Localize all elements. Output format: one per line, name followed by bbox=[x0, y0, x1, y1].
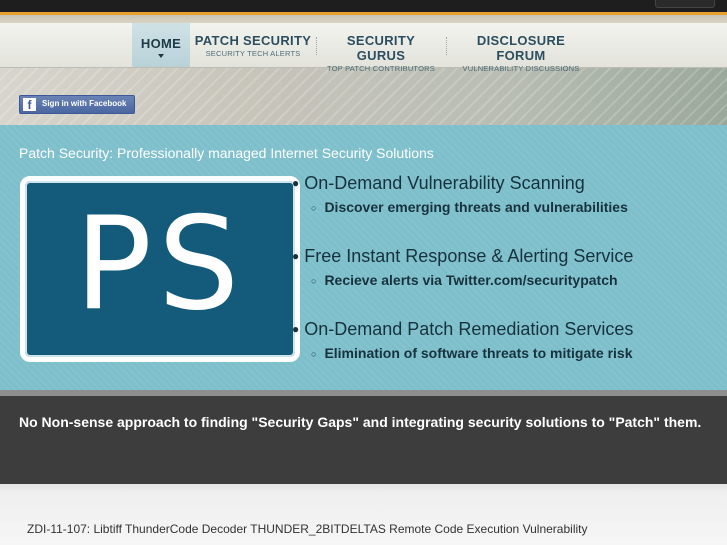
feature-item: ● On-Demand Vulnerability Scanning ○ Disco… bbox=[292, 173, 722, 246]
feature-item: ● On-Demand Patch Remediation Services ○ E… bbox=[292, 319, 722, 392]
nav-item-label: DISCLOSURE FORUM bbox=[476, 33, 566, 63]
nav-divider bbox=[446, 37, 448, 55]
facebook-signin-label: Sign in with Facebook bbox=[42, 99, 127, 108]
nav-patch-security[interactable]: PATCH SECURITY SECURITY TECH ALERTS bbox=[194, 23, 312, 67]
facebook-f-icon: f bbox=[23, 98, 36, 112]
feature-subtitle: ○ Recieve alerts via Twitter.com/security… bbox=[311, 272, 618, 288]
nav-home-label: HOME bbox=[140, 36, 182, 51]
bullet-icon: ● bbox=[292, 322, 300, 336]
top-bar bbox=[0, 0, 727, 15]
feature-title-text: On-Demand Vulnerability Scanning bbox=[304, 173, 585, 193]
feature-title: ● On-Demand Vulnerability Scanning bbox=[292, 173, 585, 194]
bullet-icon: ● bbox=[292, 249, 300, 263]
tagline-band: No Non-sense approach to finding "Securi… bbox=[0, 390, 727, 484]
nav-item-sublabel: SECURITY TECH ALERTS bbox=[205, 49, 301, 58]
ps-logo: PS bbox=[20, 176, 300, 362]
nav-security-gurus[interactable]: SECURITY GURUS TOP PATCH CONTRIBUTORS bbox=[321, 23, 441, 73]
main-nav: HOME PATCH SECURITY SECURITY TECH ALERTS… bbox=[0, 23, 727, 73]
bullet-icon: ● bbox=[292, 176, 300, 190]
nav-disclosure-forum[interactable]: DISCLOSURE FORUM VULNERABILITY DISCUSSIO… bbox=[451, 23, 591, 73]
news-section: ZDI-11-107: Libtiff ThunderCode Decoder … bbox=[0, 484, 727, 545]
logo-text: PS bbox=[74, 190, 246, 339]
circle-bullet-icon: ○ bbox=[311, 276, 317, 286]
header-band bbox=[0, 15, 727, 23]
feature-subtitle: ○ Discover emerging threats and vulnerabi… bbox=[311, 199, 628, 215]
caret-down-icon bbox=[158, 54, 164, 58]
circle-bullet-icon: ○ bbox=[311, 203, 317, 213]
nav-item-sublabel: TOP PATCH CONTRIBUTORS bbox=[327, 64, 435, 73]
news-headline-link[interactable]: ZDI-11-107: Libtiff ThunderCode Decoder … bbox=[27, 522, 587, 536]
feature-subtitle-text: Elimination of software threats to mitig… bbox=[324, 345, 633, 361]
hero-panel: Patch Security: Professionally managed I… bbox=[0, 125, 727, 390]
nav-home[interactable]: HOME bbox=[132, 23, 190, 67]
nav-item-sublabel: VULNERABILITY DISCUSSIONS bbox=[462, 64, 580, 73]
tagline-text: No Non-sense approach to finding "Securi… bbox=[19, 414, 702, 430]
site-header: HOME PATCH SECURITY SECURITY TECH ALERTS… bbox=[0, 15, 727, 125]
feature-subtitle-text: Recieve alerts via Twitter.com/securityp… bbox=[324, 272, 618, 288]
feature-item: ● Free Instant Response & Alerting Servic… bbox=[292, 246, 722, 319]
nav-item-label: PATCH SECURITY bbox=[194, 33, 312, 48]
feature-list: ● On-Demand Vulnerability Scanning ○ Disco… bbox=[292, 173, 722, 392]
feature-title: ● Free Instant Response & Alerting Servic… bbox=[292, 246, 633, 267]
top-bar-button[interactable] bbox=[655, 0, 715, 8]
nav-item-label: SECURITY GURUS bbox=[346, 33, 416, 63]
facebook-signin-button[interactable]: f Sign in with Facebook bbox=[19, 95, 135, 114]
feature-title: ● On-Demand Patch Remediation Services bbox=[292, 319, 633, 340]
feature-title-text: On-Demand Patch Remediation Services bbox=[304, 319, 634, 339]
nav-divider bbox=[316, 37, 318, 55]
circle-bullet-icon: ○ bbox=[311, 349, 317, 359]
hero-title: Patch Security: Professionally managed I… bbox=[19, 145, 434, 161]
feature-subtitle: ○ Elimination of software threats to miti… bbox=[311, 345, 633, 361]
feature-subtitle-text: Discover emerging threats and vulnerabil… bbox=[324, 199, 628, 215]
feature-title-text: Free Instant Response & Alerting Service bbox=[304, 246, 634, 266]
